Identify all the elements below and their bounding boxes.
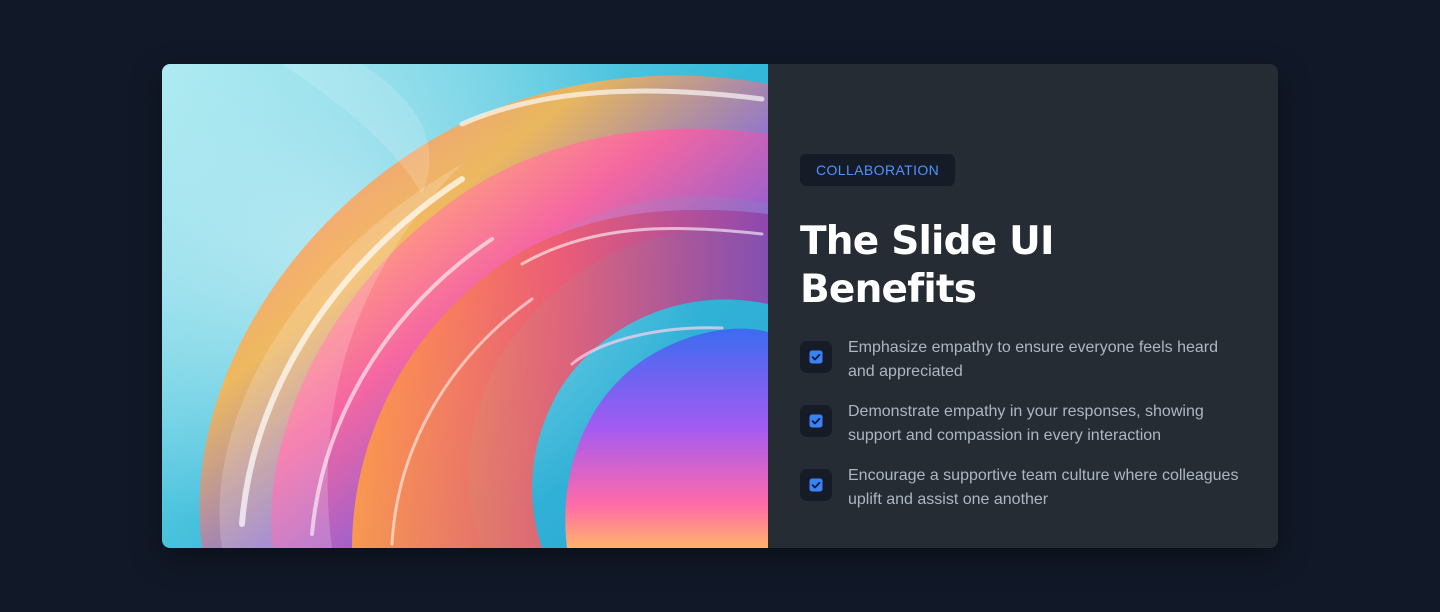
- checkbox-checked-icon: [800, 341, 832, 373]
- benefit-item: Encourage a supportive team culture wher…: [800, 464, 1240, 512]
- category-badge: COLLABORATION: [800, 154, 956, 186]
- check-icon: [809, 414, 823, 428]
- checkbox-checked-icon: [800, 405, 832, 437]
- benefits-list: Emphasize empathy to ensure everyone fee…: [800, 336, 1240, 512]
- checkbox-checked-icon: [800, 469, 832, 501]
- benefit-item: Demonstrate empathy in your responses, s…: [800, 400, 1240, 448]
- abstract-swirl-graphic: [162, 64, 768, 548]
- benefit-text: Demonstrate empathy in your responses, s…: [848, 403, 1204, 444]
- benefit-text: Encourage a supportive team culture wher…: [848, 467, 1239, 508]
- benefit-item: Emphasize empathy to ensure everyone fee…: [800, 336, 1240, 384]
- check-icon: [809, 478, 823, 492]
- slide-card: COLLABORATION The Slide UI Benefits Emph…: [162, 64, 1278, 548]
- slide-title: The Slide UI Benefits: [800, 219, 1055, 312]
- abstract-glass-art-image: [162, 64, 768, 548]
- slide-content: COLLABORATION The Slide UI Benefits Emph…: [768, 64, 1278, 548]
- benefit-text: Emphasize empathy to ensure everyone fee…: [848, 339, 1218, 380]
- check-icon: [809, 350, 823, 364]
